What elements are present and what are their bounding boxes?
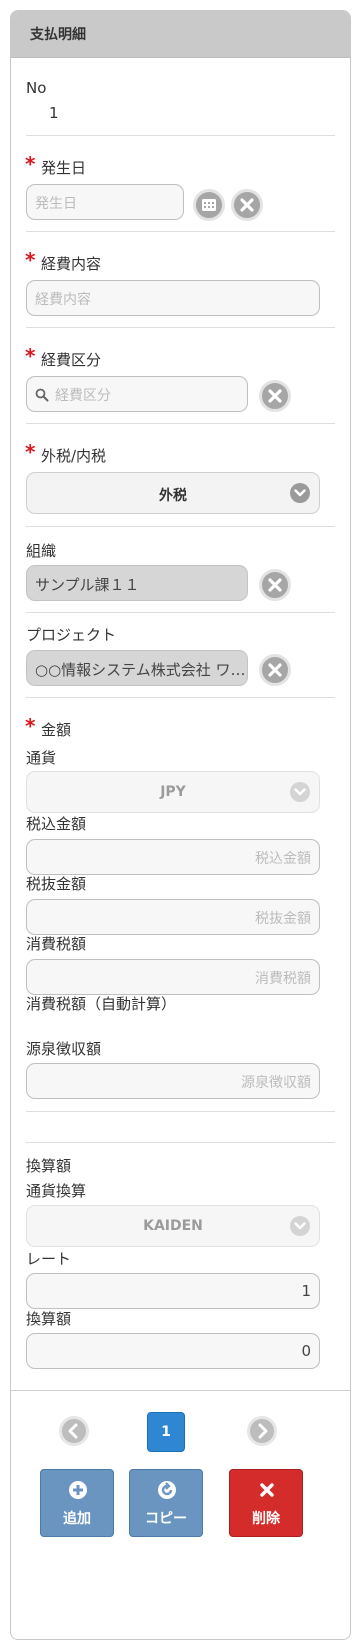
divider	[26, 697, 335, 698]
payment-detail-card: 支払明細 No 1 * 発生日 発生日 * 経費内容 経費内容 * 経費区分 経…	[10, 10, 351, 1640]
divider	[26, 612, 335, 613]
tax-type-select[interactable]: 外税	[26, 472, 320, 514]
no-value: 1	[49, 104, 59, 122]
rate-label: レート	[26, 1250, 72, 1268]
current-page-button[interactable]: 1	[147, 1412, 185, 1452]
previous-page-icon[interactable]	[59, 1416, 89, 1446]
clear-icon[interactable]	[259, 569, 291, 601]
add-button[interactable]: 追加	[40, 1469, 114, 1537]
next-page-icon[interactable]	[247, 1416, 277, 1446]
consumption-tax-input[interactable]: 消費税額	[26, 959, 320, 995]
conversion-label: 通貨換算	[26, 1182, 87, 1200]
converted-amount-label: 換算額	[26, 1310, 72, 1328]
project-label: プロジェクト	[26, 626, 117, 644]
occur-date-label: 発生日	[41, 159, 87, 177]
card-title: 支払明細	[30, 27, 86, 43]
withholding-input[interactable]: 源泉徴収額	[26, 1063, 320, 1099]
copy-button[interactable]: コピー	[129, 1469, 203, 1537]
required-mark: *	[25, 152, 36, 176]
chevron-down-icon	[290, 483, 310, 503]
required-mark: *	[25, 248, 36, 272]
consumption-tax-placeholder: 消費税額	[255, 971, 311, 987]
no-label: No	[26, 79, 47, 97]
divider	[26, 231, 335, 232]
divider	[26, 135, 335, 136]
chevron-down-icon	[290, 782, 310, 802]
expense-detail-placeholder: 経費内容	[35, 292, 91, 308]
refresh-icon	[158, 1481, 176, 1499]
currency-label: 通貨	[26, 749, 57, 767]
tax-excluded-label: 税抜金額	[26, 875, 87, 893]
rate-value: 1	[301, 1282, 311, 1300]
copy-button-label: コピー	[145, 1511, 187, 1527]
expense-detail-input[interactable]: 経費内容	[26, 280, 320, 316]
project-value: ○○情報システム株式会社 ワ…	[35, 661, 246, 679]
converted-amount-value: 0	[301, 1342, 311, 1360]
add-button-label: 追加	[63, 1511, 91, 1527]
chevron-down-icon	[290, 1216, 310, 1236]
currency-value: JPY	[160, 784, 186, 800]
auto-calc-label: 消費税額（自動計算）	[26, 995, 177, 1013]
divider	[26, 1111, 335, 1112]
withholding-placeholder: 源泉徴収額	[241, 1075, 311, 1091]
organization-value: サンプル課１１	[35, 576, 140, 594]
clear-icon[interactable]	[231, 189, 263, 221]
conversion-select[interactable]: KAIDEN	[26, 1205, 320, 1247]
occur-date-placeholder: 発生日	[35, 196, 77, 212]
consumption-tax-label: 消費税額	[26, 935, 87, 953]
tax-type-value: 外税	[159, 488, 187, 504]
divider	[26, 526, 335, 527]
tax-excluded-input[interactable]: 税抜金額	[26, 899, 320, 935]
delete-button[interactable]: 削除	[229, 1469, 303, 1537]
tax-included-label: 税込金額	[26, 815, 87, 833]
converted-amount-input[interactable]: 0	[26, 1333, 320, 1369]
converted-section-label: 換算額	[26, 1157, 72, 1175]
search-icon	[35, 388, 49, 402]
delete-button-label: 削除	[252, 1511, 280, 1527]
divider	[26, 327, 335, 328]
clear-icon[interactable]	[259, 380, 291, 412]
required-mark: *	[25, 714, 36, 738]
conversion-value: KAIDEN	[143, 1218, 203, 1234]
organization-label: 組織	[26, 542, 57, 560]
card-header: 支払明細	[11, 11, 350, 58]
expense-detail-label: 経費内容	[41, 255, 102, 273]
plus-icon	[69, 1481, 87, 1499]
currency-select[interactable]: JPY	[26, 771, 320, 813]
close-icon	[258, 1481, 276, 1499]
tax-excluded-placeholder: 税抜金額	[255, 911, 311, 927]
amount-label: 金額	[41, 721, 72, 739]
footer-divider	[11, 1390, 350, 1391]
expense-category-placeholder: 経費区分	[55, 388, 111, 404]
tax-included-placeholder: 税込金額	[255, 851, 311, 867]
clear-icon[interactable]	[259, 654, 291, 686]
tax-type-label: 外税/内税	[41, 447, 107, 465]
divider	[26, 423, 335, 424]
calendar-icon[interactable]	[193, 189, 225, 221]
expense-category-input[interactable]: 経費区分	[26, 376, 248, 412]
withholding-label: 源泉徴収額	[26, 1040, 102, 1058]
tax-included-input[interactable]: 税込金額	[26, 839, 320, 875]
required-mark: *	[25, 440, 36, 464]
expense-category-label: 経費区分	[41, 351, 102, 369]
project-field: ○○情報システム株式会社 ワ…	[26, 650, 248, 686]
rate-input[interactable]: 1	[26, 1273, 320, 1309]
divider	[26, 1142, 335, 1143]
occur-date-input[interactable]: 発生日	[26, 184, 184, 220]
organization-field: サンプル課１１	[26, 565, 248, 601]
required-mark: *	[25, 344, 36, 368]
